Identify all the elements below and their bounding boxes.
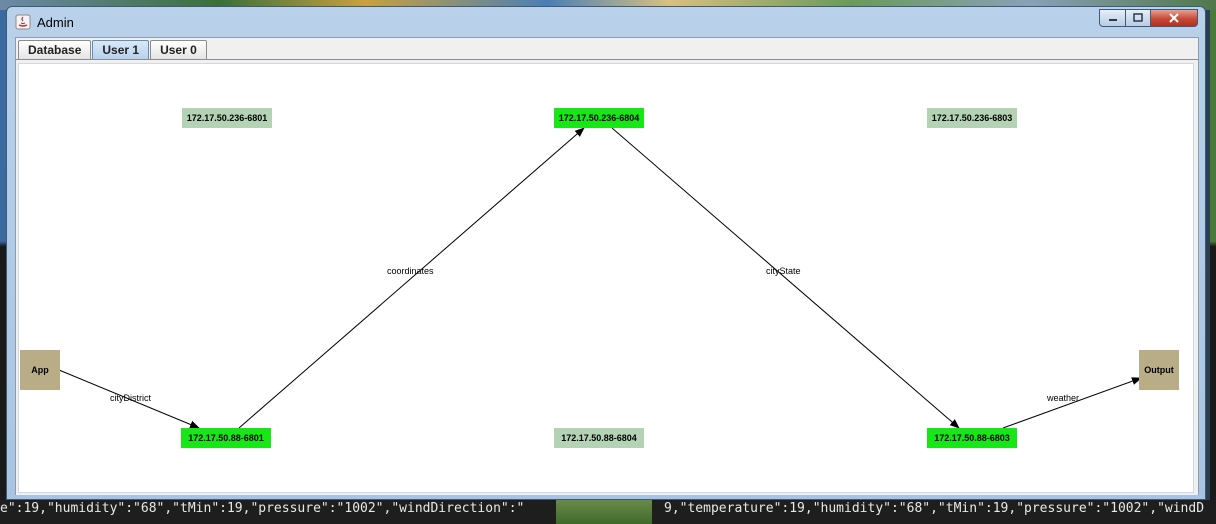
background-image (556, 500, 652, 524)
maximize-button[interactable] (1125, 9, 1151, 27)
node-server-236-6803[interactable]: 172.17.50.236-6803 (927, 108, 1017, 128)
window-title: Admin (37, 15, 74, 30)
node-app[interactable]: App (20, 350, 60, 390)
graph-canvas: 172.17.50.236-6801 172.17.50.236-6804 17… (18, 63, 1194, 493)
edge-label-coordinates: coordinates (387, 266, 434, 276)
minimize-button[interactable] (1099, 9, 1126, 27)
node-server-88-6804[interactable]: 172.17.50.88-6804 (554, 428, 644, 448)
edge-coordinates (238, 127, 585, 429)
close-button[interactable] (1150, 9, 1198, 27)
admin-window: Admin Database User 1 User 0 172.17.50.2… (6, 6, 1206, 500)
node-server-88-6801[interactable]: 172.17.50.88-6801 (181, 428, 271, 448)
background-console-text: e":19,"humidity":"68","tMin":19,"pressur… (0, 502, 525, 516)
tab-user-0[interactable]: User 0 (150, 40, 207, 59)
edge-city-state (611, 127, 960, 429)
tab-bar: Database User 1 User 0 (18, 40, 208, 60)
node-server-88-6803[interactable]: 172.17.50.88-6803 (927, 428, 1017, 448)
node-output[interactable]: Output (1139, 350, 1179, 390)
desktop-background-right (1210, 10, 1216, 524)
minimize-icon (1108, 19, 1117, 21)
edge-weather (1002, 377, 1142, 429)
maximize-icon (1133, 13, 1143, 22)
node-server-236-6801[interactable]: 172.17.50.236-6801 (182, 108, 272, 128)
tab-database[interactable]: Database (18, 40, 92, 59)
edge-label-weather: weather (1047, 393, 1080, 403)
tab-panel: 172.17.50.236-6801 172.17.50.236-6804 17… (16, 59, 1198, 495)
tab-user-1[interactable]: User 1 (92, 40, 150, 59)
edge-label-city-state: cityState (766, 266, 801, 276)
java-icon (15, 14, 31, 30)
edge-label-city-district: cityDistrict (110, 393, 151, 403)
background-console-text-right: 9,"temperature":19,"humidity":"68","tMin… (664, 502, 1205, 516)
window-content: Database User 1 User 0 172.17.50.236-680… (15, 37, 1199, 495)
node-server-236-6804[interactable]: 172.17.50.236-6804 (554, 108, 644, 128)
close-icon (1169, 13, 1179, 23)
